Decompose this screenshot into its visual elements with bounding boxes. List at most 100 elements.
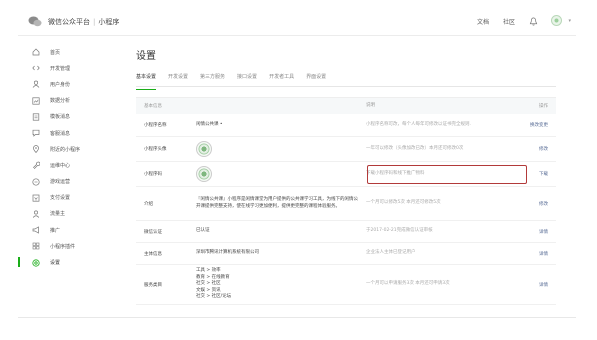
- row-label: 介绍: [144, 201, 153, 207]
- sidebar-item-label: 附近的小程序: [50, 146, 81, 153]
- top-links: 文档 社区: [477, 17, 538, 26]
- table-row: 小程序头像 一年可以修改（头像加改已改）本月还可修改0次 修改: [136, 137, 556, 162]
- row-label: 主体信息: [144, 251, 162, 257]
- sidebar-item-settings[interactable]: 设置: [18, 254, 108, 270]
- row-value: [190, 141, 358, 157]
- row-value: 深圳市腾讯计算机系统有限公司: [196, 250, 259, 256]
- location-icon: [32, 145, 40, 154]
- row-action-link[interactable]: 详情: [508, 251, 556, 257]
- top-bar: 微信公众平台 | 小程序 文档 社区 ▾: [18, 6, 576, 36]
- table-row: 服务类目 工具 > 效率 教育 > 在线教育 社交 > 社区 文娱 > 资讯 社…: [136, 265, 556, 305]
- column-header: 说明: [366, 102, 375, 108]
- sidebar-item-label: 游戏运营: [50, 179, 71, 186]
- row-note: 一个月可以修改5次 本月还可修改5次: [366, 200, 441, 206]
- community-link[interactable]: 社区: [503, 17, 515, 26]
- sidebar-item-label: 首页: [50, 49, 61, 56]
- sidebar-item-label: 客服消息: [50, 130, 71, 137]
- sidebar-item-analytics[interactable]: 数据分析: [18, 93, 108, 109]
- row-note: 一个月可以申请服务3次 本月还可申请3次: [366, 281, 450, 287]
- user-icon: [32, 80, 40, 89]
- tab-dev-tools[interactable]: 开发者工具: [263, 72, 300, 86]
- row-action-link[interactable]: 详情: [508, 282, 556, 288]
- sidebar-item-label: 设置: [50, 260, 61, 267]
- sidebar-item-label: 数据分析: [50, 98, 71, 105]
- qr-code-image: [196, 166, 212, 182]
- row-value: 『闲情公共课』小程序是闲情课堂为用户提供的公共课学习工具，为线下的闲情公开课提供…: [196, 197, 358, 209]
- sidebar-item-label: 流量主: [50, 211, 66, 218]
- table-row: 主体信息 深圳市腾讯计算机系统有限公司 企业法人主体已登记用户 详情: [136, 243, 556, 265]
- sidebar-item-customer-service[interactable]: 客服消息: [18, 125, 108, 141]
- sidebar-item-nearby[interactable]: 附近的小程序: [18, 141, 108, 157]
- row-note: 小程序名称可改，每个人每年可修改以证书完全规则.: [366, 121, 471, 127]
- sidebar-item-label: 模板消息: [50, 114, 71, 121]
- row-note: 企业法人主体已登记用户: [366, 250, 416, 256]
- row-action-link[interactable]: 修改: [508, 201, 556, 207]
- sidebar-item-label: 用户身份: [50, 81, 71, 88]
- tab-interface-settings[interactable]: 接口设置: [231, 72, 263, 86]
- docs-link[interactable]: 文档: [477, 17, 489, 26]
- sidebar-item-label: 开发管理: [50, 65, 71, 72]
- row-label: 小程序码: [144, 172, 162, 177]
- main-content: 设置 基本设置 开发设置 第三方服务 接口设置 开发者工具 界面设置 基本信息 …: [136, 42, 556, 305]
- row-value: 工具 > 效率 教育 > 在线教育 社交 > 社区 文娱 > 资讯 社交 > 社…: [196, 268, 232, 300]
- brand-title[interactable]: 微信公众平台 | 小程序: [48, 17, 119, 27]
- app-window: 微信公众平台 | 小程序 文档 社区 ▾ 首页 开发管理 用户身份 数据分析 模…: [18, 6, 576, 318]
- row-value: 已认证: [196, 228, 210, 234]
- avatar-image: [196, 141, 212, 157]
- row-action-link[interactable]: 详情: [508, 229, 556, 235]
- sidebar-item-traffic[interactable]: 流量主: [18, 206, 108, 222]
- sidebar-item-home[interactable]: 首页: [18, 44, 108, 60]
- column-header: 基本信息: [144, 104, 162, 109]
- sidebar-item-payment[interactable]: 支付设置: [18, 190, 108, 206]
- sidebar-item-plugins[interactable]: 小程序插件: [18, 238, 108, 254]
- sidebar-item-label: 小程序插件: [50, 243, 76, 250]
- table-row: 介绍 『闲情公共课』小程序是闲情课堂为用户提供的公共课学习工具，为线下的闲情公开…: [136, 187, 556, 221]
- tab-ui-settings[interactable]: 界面设置: [300, 72, 332, 86]
- sidebar-item-label: 运维中心: [50, 162, 71, 169]
- tab-third-party[interactable]: 第三方服务: [194, 72, 231, 86]
- row-label: 微信认证: [144, 229, 162, 235]
- row-value: [190, 166, 358, 182]
- sidebar-item-game-ops[interactable]: 游戏运营: [18, 174, 108, 190]
- sidebar-item-dev-management[interactable]: 开发管理: [18, 60, 108, 76]
- row-label: 小程序头像: [144, 147, 167, 152]
- row-label: 服务类目: [144, 282, 162, 288]
- tab-dev-settings[interactable]: 开发设置: [162, 72, 194, 86]
- sidebar-item-template-messages[interactable]: 模板消息: [18, 109, 108, 125]
- bell-icon[interactable]: [529, 17, 538, 26]
- avatar[interactable]: [551, 15, 562, 26]
- tab-basic-settings[interactable]: 基本设置: [136, 72, 162, 90]
- settings-icon: [32, 258, 40, 267]
- sidebar-item-promotion[interactable]: 推广: [18, 222, 108, 238]
- sidebar: 首页 开发管理 用户身份 数据分析 模板消息 客服消息 附近的小程序 运维中心: [18, 44, 108, 271]
- sidebar-item-label: 支付设置: [50, 195, 71, 202]
- table-row: 微信认证 已认证 于2017-02-21完成微信认证审核 详情: [136, 221, 556, 243]
- chat-icon: [32, 129, 40, 137]
- table-row: 小程序码 下载小程序码和线下推广物料 下载: [136, 162, 556, 187]
- gamepad-icon: [32, 178, 40, 186]
- table-header: 基本信息 说明 操作: [136, 98, 556, 114]
- message-icon: [32, 113, 40, 121]
- row-note: 于2017-02-21完成微信认证审核: [366, 228, 433, 234]
- code-icon: [32, 64, 40, 72]
- sidebar-item-label: 推广: [50, 227, 61, 234]
- sidebar-item-user-identity[interactable]: 用户身份: [18, 76, 108, 92]
- row-action-link[interactable]: 修改: [508, 146, 556, 152]
- megaphone-icon: [32, 226, 40, 234]
- row-action-link[interactable]: 下载: [508, 171, 556, 177]
- row-label: 小程序名称: [144, 123, 167, 128]
- page-title: 设置: [136, 51, 156, 62]
- row-action-link[interactable]: 换改变更: [508, 122, 556, 128]
- brand-name: 微信公众平台: [48, 18, 90, 26]
- product-name: 小程序: [98, 18, 120, 26]
- chevron-down-icon[interactable]: ▾: [568, 18, 571, 24]
- column-header: 操作: [539, 104, 548, 109]
- row-note: 下载小程序码和线下推广物料: [366, 170, 425, 176]
- grid-icon: [32, 242, 40, 250]
- wechat-logo-icon: [28, 16, 42, 27]
- wrench-icon: [32, 161, 40, 170]
- wallet-icon: [32, 194, 40, 202]
- chart-icon: [32, 97, 40, 105]
- sidebar-item-operations[interactable]: 运维中心: [18, 157, 108, 173]
- home-icon: [32, 48, 40, 56]
